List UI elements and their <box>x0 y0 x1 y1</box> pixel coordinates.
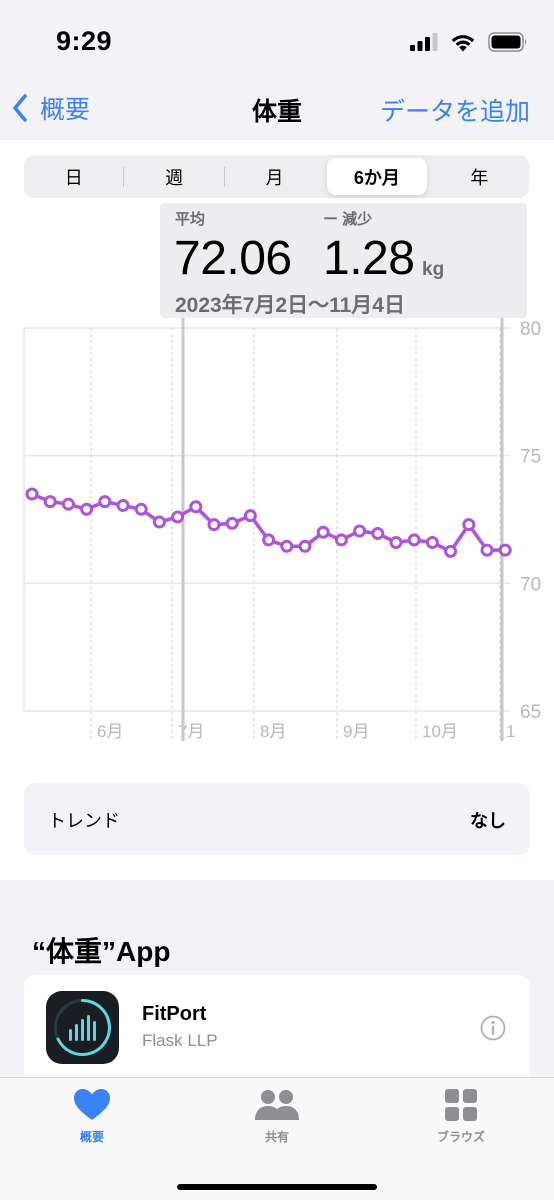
chevron-left-icon <box>13 94 27 122</box>
weight-data-point <box>43 495 57 509</box>
time-range-segmented-control: 日 週 月 6か月 年 <box>24 155 529 198</box>
trend-row[interactable]: トレンド なし <box>24 783 530 855</box>
weight-data-point <box>225 516 239 530</box>
status-bar: 9:29 <box>0 0 554 84</box>
weight-data-point <box>80 502 94 516</box>
weight-data-point <box>25 487 39 501</box>
add-data-button[interactable]: データを追加 <box>380 92 530 128</box>
change-label: ー 減少 <box>323 211 373 228</box>
weight-data-point <box>98 495 112 509</box>
fitport-app-icon <box>46 991 119 1064</box>
heart-icon <box>74 1089 110 1120</box>
tab-summary-label: 概要 <box>79 1130 104 1144</box>
weight-data-point <box>334 533 348 547</box>
unit-label: kg <box>422 259 445 280</box>
status-icons <box>410 32 528 52</box>
weight-data-point <box>171 510 185 524</box>
back-button-label: 概要 <box>40 96 91 124</box>
back-button[interactable]: 概要 <box>12 90 90 126</box>
segment-six-months[interactable]: 6か月 <box>327 158 427 195</box>
weight-data-point <box>316 525 330 539</box>
weight-data-point <box>116 498 130 512</box>
weight-data-point <box>298 539 312 553</box>
home-indicator <box>177 1184 377 1190</box>
average-label: 平均 <box>175 211 206 228</box>
tab-browse-label: ブラウズ <box>436 1130 485 1144</box>
y-tick-label: 65 <box>520 702 541 723</box>
trend-value: なし <box>470 811 506 831</box>
summary-overlay: 平均 ー 減少 72.06 1.28 kg 2023年7月2日〜11月4日 <box>160 203 527 318</box>
tab-sharing[interactable]: 共有 <box>217 1088 337 1145</box>
people-icon <box>255 1090 299 1120</box>
segment-year[interactable]: 年 <box>430 155 529 198</box>
segment-day[interactable]: 日 <box>24 155 123 198</box>
x-tick-label: 6月 <box>97 722 123 741</box>
weight-data-point <box>371 527 385 541</box>
x-tick-label: 9月 <box>343 722 369 741</box>
weight-data-point <box>152 515 166 529</box>
wifi-icon <box>451 34 475 51</box>
date-range: 2023年7月2日〜11月4日 <box>175 294 405 317</box>
weight-data-point <box>480 543 494 557</box>
change-value: 1.28 <box>323 232 415 285</box>
navigation-bar: 概要 体重 データを追加 <box>0 84 554 140</box>
info-icon[interactable] <box>480 1015 506 1041</box>
weight-data-point <box>353 524 367 538</box>
x-tick-label: 1 <box>506 722 515 741</box>
average-value: 72.06 <box>174 232 292 285</box>
app-row-fitport[interactable]: FitPort Flask LLP <box>24 975 530 1085</box>
segment-month[interactable]: 月 <box>225 155 324 198</box>
x-tick-label: 8月 <box>260 722 286 741</box>
cellular-signal-icon <box>410 33 438 51</box>
weight-data-point <box>134 502 148 516</box>
weight-data-point <box>462 518 476 532</box>
weight-data-point <box>207 518 221 532</box>
status-time: 9:29 <box>56 26 113 56</box>
battery-icon <box>488 32 527 52</box>
weight-data-point <box>498 543 512 557</box>
y-tick-label: 80 <box>520 319 541 340</box>
y-tick-label: 70 <box>520 574 541 595</box>
weight-data-point <box>262 533 276 547</box>
tab-bar: 概要 共有 ブラウズ <box>0 1077 554 1200</box>
segment-week[interactable]: 週 <box>124 155 223 198</box>
app-name: FitPort <box>142 1003 207 1025</box>
tab-sharing-label: 共有 <box>264 1130 289 1144</box>
tab-browse[interactable]: ブラウズ <box>401 1088 521 1145</box>
x-tick-label: 10月 <box>422 722 458 741</box>
weight-data-point <box>280 539 294 553</box>
y-tick-label: 75 <box>520 447 541 468</box>
weight-data-point <box>61 497 75 511</box>
trend-label: トレンド <box>48 811 120 831</box>
weight-data-point <box>189 500 203 514</box>
apps-section-title: “体重”App <box>32 936 171 967</box>
app-developer: Flask LLP <box>142 1031 218 1050</box>
weight-data-point <box>243 509 257 523</box>
tab-summary[interactable]: 概要 <box>32 1088 152 1145</box>
weight-data-point <box>389 535 403 549</box>
weight-data-point <box>407 533 421 547</box>
weight-data-point <box>425 535 439 549</box>
grid-icon <box>445 1089 477 1121</box>
weight-data-point <box>444 544 458 558</box>
